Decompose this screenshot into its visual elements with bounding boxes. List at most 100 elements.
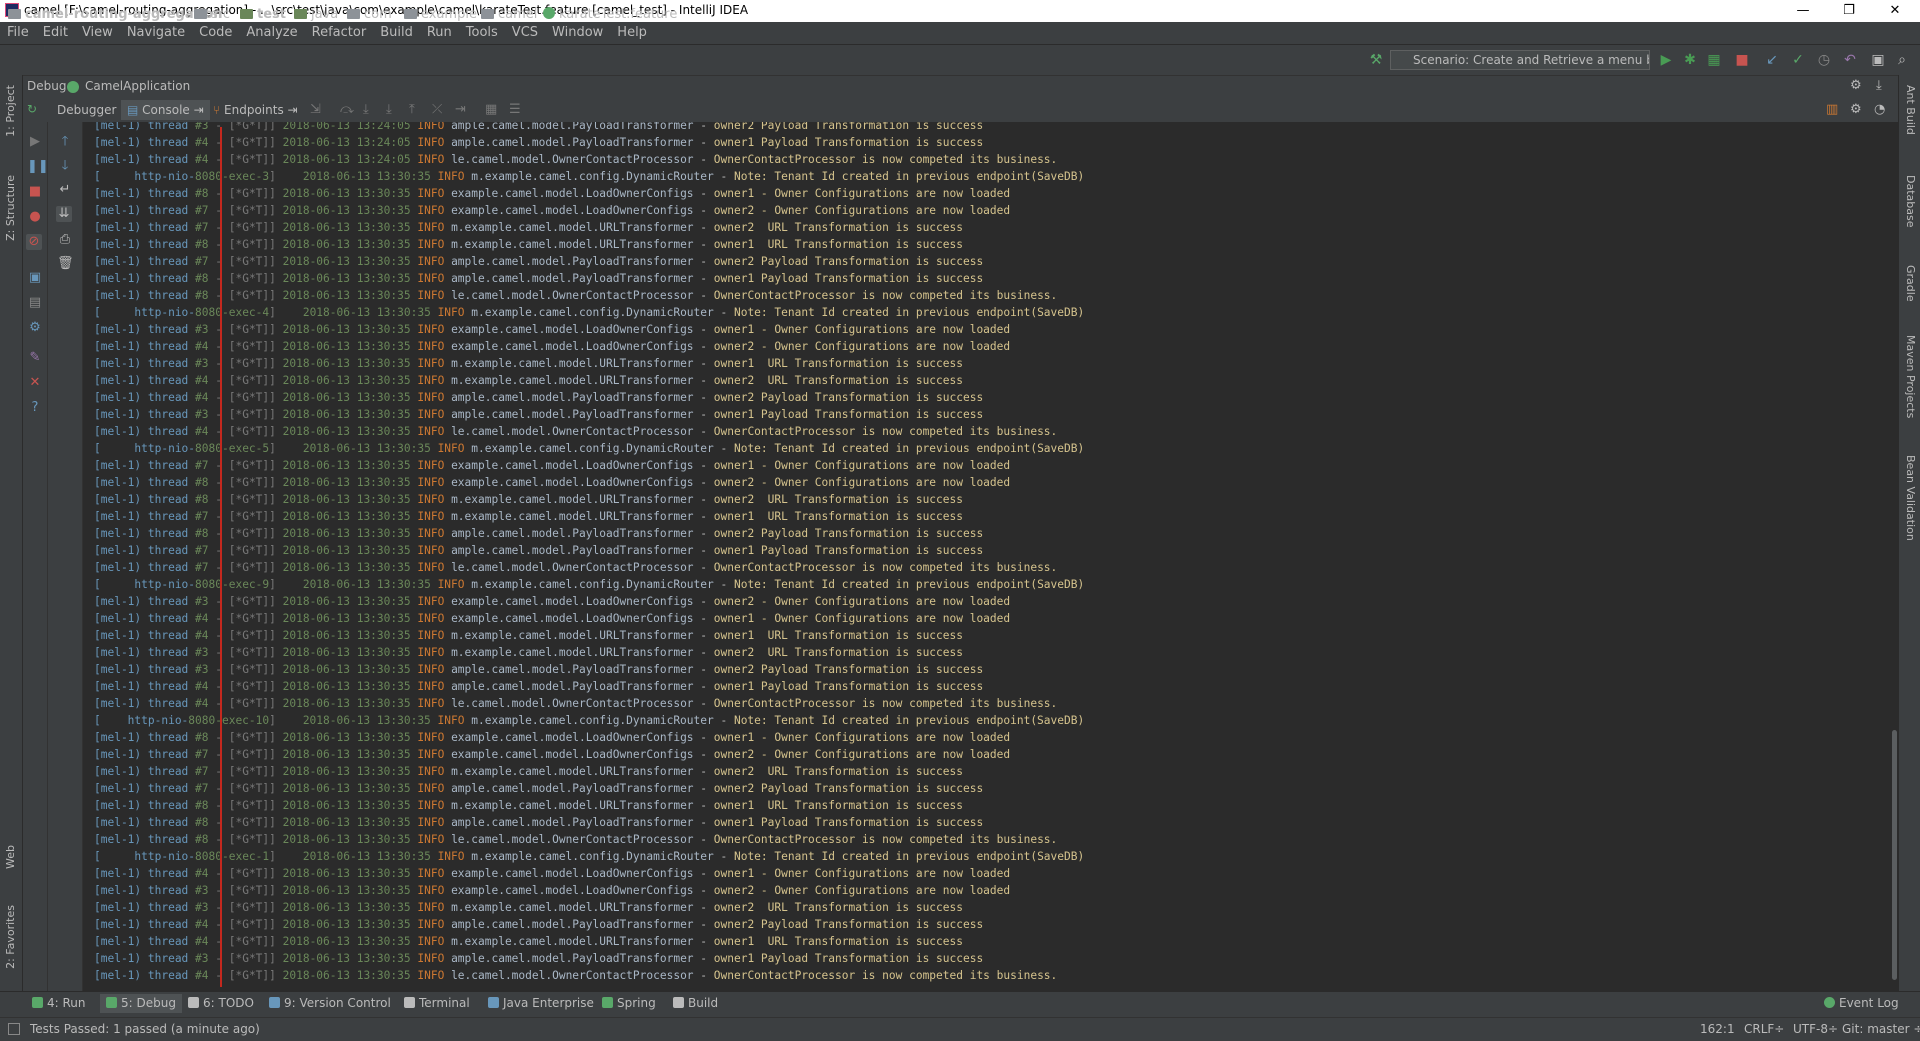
settings-icon[interactable]: ⚙ bbox=[27, 320, 43, 336]
debug-bug-icon[interactable]: ✱ bbox=[1682, 52, 1698, 68]
menu-view[interactable]: View bbox=[75, 22, 120, 44]
structure-tool-tab[interactable]: Z: Structure bbox=[4, 175, 17, 241]
tool-tab-9-version-control[interactable]: 9: Version Control bbox=[263, 994, 397, 1013]
vcs-update-icon[interactable]: ↙ bbox=[1764, 52, 1780, 68]
status-message[interactable]: Tests Passed: 1 passed (a minute ago) bbox=[30, 1022, 260, 1036]
print-icon[interactable]: ⎙ bbox=[57, 232, 73, 248]
tool-tab-4-run[interactable]: 4: Run bbox=[26, 994, 92, 1013]
file-encoding[interactable]: UTF-8÷ bbox=[1793, 1022, 1838, 1036]
menu-window[interactable]: Window bbox=[545, 22, 610, 44]
minimize-button[interactable]: — bbox=[1780, 0, 1826, 22]
tool-tab-6-todo[interactable]: 6: TODO bbox=[182, 994, 260, 1013]
line-separator[interactable]: CRLF÷ bbox=[1744, 1022, 1784, 1036]
build-hammer-icon[interactable]: ⚒ bbox=[1368, 52, 1384, 68]
clear-all-icon[interactable]: 🗑 bbox=[57, 256, 74, 272]
down-arrow-icon[interactable]: 🡓 bbox=[57, 158, 73, 174]
vcs-commit-icon[interactable]: ✓ bbox=[1790, 52, 1806, 68]
restore-layout-icon[interactable]: ▤ bbox=[27, 295, 43, 311]
menu-analyze[interactable]: Analyze bbox=[239, 22, 304, 44]
breadcrumb-feature-file[interactable]: karateTest.feature bbox=[543, 6, 677, 24]
view-breakpoints-icon[interactable]: ● bbox=[27, 209, 43, 225]
step-over-icon[interactable]: ⤼ bbox=[340, 102, 354, 117]
trace-icon[interactable]: ☰ bbox=[509, 102, 521, 117]
rerun-icon[interactable]: ↻ bbox=[27, 103, 39, 115]
maven-projects-tool-tab[interactable]: Maven Projects bbox=[1904, 335, 1917, 418]
tab-console[interactable]: ▤ Console ⇥ bbox=[121, 100, 210, 120]
menu-code[interactable]: Code bbox=[192, 22, 239, 44]
tool-tab-java-enterprise[interactable]: Java Enterprise bbox=[482, 994, 600, 1013]
console-scroll-thumb[interactable] bbox=[1892, 730, 1897, 980]
pin-icon[interactable]: ✎ bbox=[27, 350, 43, 366]
caret-position[interactable]: 162:1 bbox=[1700, 1022, 1735, 1036]
run-icon[interactable]: ▶ bbox=[1658, 52, 1674, 68]
favorites-tool-tab[interactable]: 2: Favorites bbox=[4, 905, 17, 969]
up-arrow-icon[interactable]: 🡑 bbox=[57, 134, 73, 150]
restore-layout-icon[interactable]: ▥ bbox=[1826, 102, 1838, 117]
breadcrumb-src[interactable]: src bbox=[194, 6, 230, 24]
event-log-button[interactable]: Event Log bbox=[1818, 994, 1905, 1013]
log-timestamp: 2018-06-13 13:30:35 bbox=[282, 952, 411, 965]
help-icon[interactable]: ? bbox=[27, 400, 43, 416]
stop-icon[interactable]: ■ bbox=[27, 184, 43, 200]
database-tool-tab[interactable]: Database bbox=[1904, 175, 1917, 228]
breadcrumb-com[interactable]: com bbox=[347, 6, 392, 24]
coverage-icon[interactable]: ▦ bbox=[1706, 52, 1722, 68]
ant-build-tool-tab[interactable]: Ant Build bbox=[1904, 85, 1917, 135]
layout-settings-icon[interactable]: ⚙ bbox=[1850, 102, 1862, 117]
hide-panel-icon[interactable]: ⤓ bbox=[1876, 78, 1882, 93]
close-button[interactable]: ✕ bbox=[1872, 0, 1918, 22]
stop-icon[interactable]: ■ bbox=[1734, 52, 1750, 68]
console-output[interactable]: [mel-1) thread #3 - [*G*T]] 2018-06-13 1… bbox=[83, 122, 1891, 991]
tab-endpoints[interactable]: ⑂ Endpoints ⇥ bbox=[207, 100, 304, 120]
menu-file[interactable]: File bbox=[0, 22, 36, 44]
menu-edit[interactable]: Edit bbox=[36, 22, 75, 44]
show-execution-point-icon[interactable]: ⇲ bbox=[310, 102, 321, 117]
breadcrumb-java[interactable]: java bbox=[294, 6, 338, 24]
revert-icon[interactable]: ↶ bbox=[1842, 52, 1858, 68]
get-thread-dump-icon[interactable]: ▣ bbox=[27, 270, 43, 286]
menu-build[interactable]: Build bbox=[373, 22, 420, 44]
pause-icon[interactable]: ❚❚ bbox=[27, 159, 49, 175]
breadcrumb-test[interactable]: test bbox=[240, 6, 286, 24]
menu-refactor[interactable]: Refactor bbox=[305, 22, 374, 44]
force-step-into-icon[interactable]: ⤓ bbox=[386, 102, 392, 117]
folder-icon bbox=[8, 9, 21, 19]
web-tool-tab[interactable]: Web bbox=[4, 845, 17, 869]
git-branch[interactable]: Git: master ÷ bbox=[1842, 1022, 1920, 1036]
mute-breakpoints-icon[interactable]: ⊘ bbox=[26, 234, 42, 250]
menu-navigate[interactable]: Navigate bbox=[120, 22, 192, 44]
search-icon[interactable]: ⌕ bbox=[1894, 52, 1910, 68]
breadcrumb-camel[interactable]: camel bbox=[481, 6, 537, 24]
scroll-to-end-icon[interactable]: ⇊ bbox=[56, 206, 72, 222]
restore-button[interactable]: ❐ bbox=[1826, 0, 1872, 22]
run-configuration-select[interactable]: Scenario: Create and Retrieve a menu by … bbox=[1390, 50, 1650, 70]
gradle-tool-tab[interactable]: Gradle bbox=[1904, 265, 1917, 302]
tab-debugger[interactable]: Debugger bbox=[51, 100, 122, 120]
project-structure-icon[interactable]: ▣ bbox=[1870, 52, 1886, 68]
menu-tools[interactable]: Tools bbox=[459, 22, 505, 44]
step-into-icon[interactable]: ⤓ bbox=[363, 102, 369, 117]
menu-run[interactable]: Run bbox=[420, 22, 459, 44]
settings-gear-icon[interactable]: ⚙ bbox=[1850, 78, 1862, 93]
project-tool-tab[interactable]: 1: Project bbox=[4, 85, 17, 137]
step-out-icon[interactable]: ⤒ bbox=[409, 102, 415, 117]
memory-indicator-icon[interactable]: ◔ bbox=[1874, 102, 1885, 117]
evaluate-expression-icon[interactable]: ▦ bbox=[485, 102, 497, 117]
vcs-history-icon[interactable]: ◷ bbox=[1816, 52, 1832, 68]
menu-help[interactable]: Help bbox=[610, 22, 654, 44]
drop-frame-icon[interactable]: ⤫ bbox=[432, 102, 442, 117]
breadcrumb-project[interactable]: camel-routing-aggregation bbox=[8, 6, 222, 24]
tool-tab-5-debug[interactable]: 5: Debug bbox=[100, 994, 182, 1013]
menu-vcs[interactable]: VCS bbox=[505, 22, 545, 44]
bean-validation-tool-tab[interactable]: Bean Validation bbox=[1904, 455, 1917, 541]
resume-icon[interactable]: ▶ bbox=[27, 134, 43, 150]
tool-tab-build[interactable]: Build bbox=[667, 994, 724, 1013]
tool-tab-spring[interactable]: Spring bbox=[596, 994, 662, 1013]
debug-config-name[interactable]: CamelApplication bbox=[85, 79, 190, 93]
breadcrumb-example[interactable]: example bbox=[404, 6, 477, 24]
soft-wrap-icon[interactable]: ↵ bbox=[57, 182, 73, 198]
toggle-tool-windows-icon[interactable] bbox=[8, 1023, 20, 1035]
tool-tab-terminal[interactable]: Terminal bbox=[398, 994, 476, 1013]
close-icon[interactable]: ✕ bbox=[27, 375, 43, 391]
run-to-cursor-icon[interactable]: ⇥ bbox=[455, 102, 466, 117]
